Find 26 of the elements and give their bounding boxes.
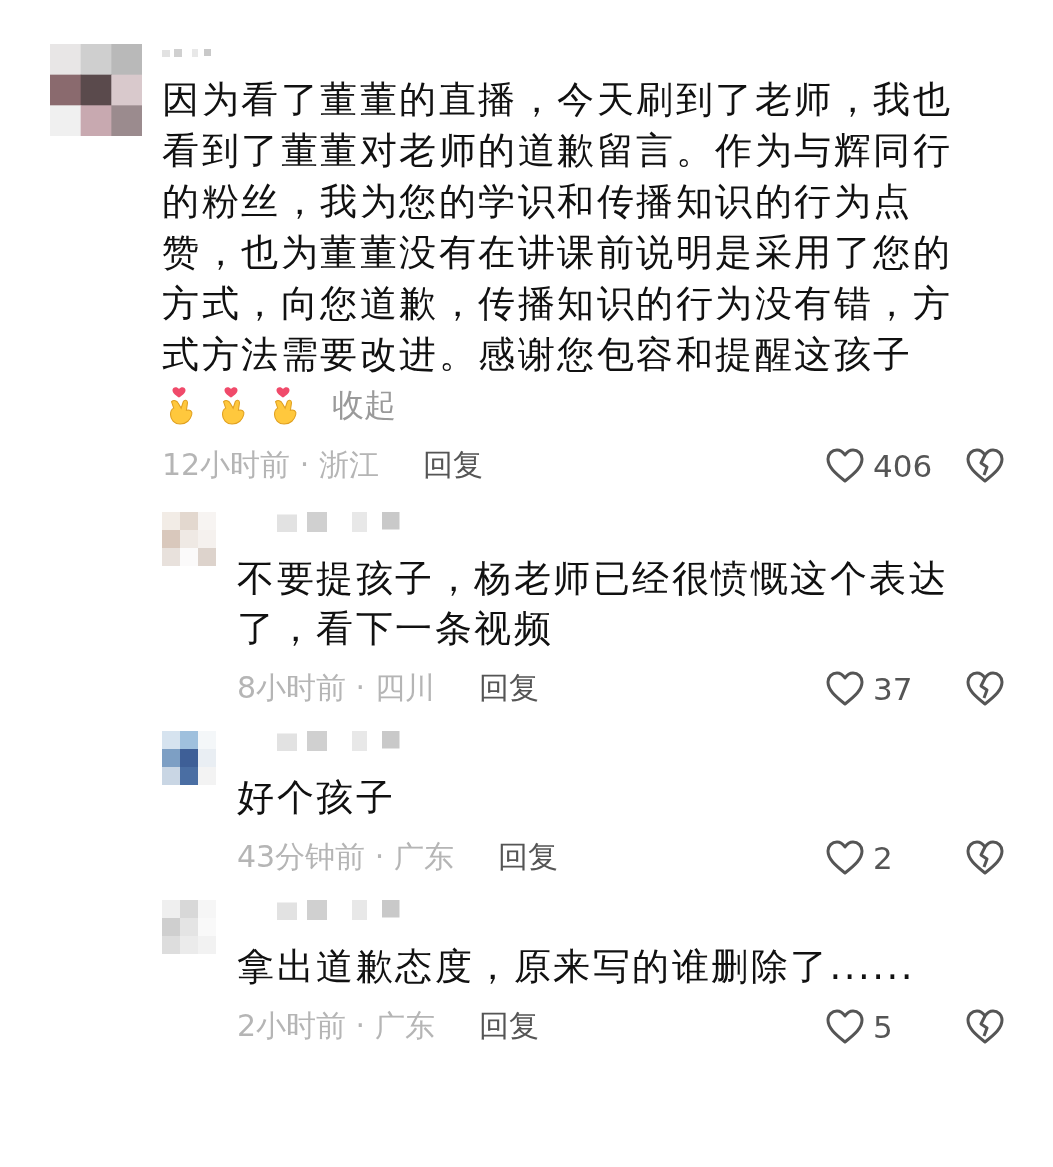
broken-heart-icon[interactable]	[965, 670, 1005, 707]
like-count: 37	[873, 670, 914, 707]
broken-heart-icon[interactable]	[965, 839, 1005, 876]
avatar-icon[interactable]	[162, 731, 216, 785]
reply-link[interactable]: 回复	[497, 837, 558, 878]
comment-time-location: 2小时前 · 广东	[237, 1007, 435, 1045]
heart-icon[interactable]	[825, 447, 865, 484]
broken-heart-icon[interactable]	[965, 1008, 1005, 1045]
broken-heart-icon[interactable]	[965, 447, 1005, 484]
reply-link[interactable]: 回复	[478, 1006, 539, 1047]
heart-icon[interactable]	[825, 670, 865, 707]
comment-time-location: 12小时前 · 浙江	[162, 446, 379, 484]
heart-icon[interactable]	[825, 839, 865, 876]
comment-text: 不要提孩子，杨老师已经很愤慨这个表达了，看下一条视频	[237, 556, 949, 652]
comment-text: 因为看了董董的直播，今天刷到了老师，我也看到了董董对老师的道歉留言。作为与辉同行的粉丝，我为您的学识和传播知识的行为点赞，也为董董没有在讲课前说明是采用了您的方式，向您道歉，传播知识的行为没有错，方式方法需要改进。感谢您包容和提醒这孩子	[162, 77, 953, 378]
like-count: 406	[873, 447, 934, 484]
like-count: 5	[873, 1008, 894, 1045]
reply-link[interactable]: 回复	[422, 445, 483, 486]
comment-text: 好个孩子	[237, 775, 396, 821]
heart-icon[interactable]	[825, 1008, 865, 1045]
reply-link[interactable]: 回复	[478, 668, 539, 709]
comment-text: 拿出道歉态度，原来写的谁删除了......	[237, 944, 917, 990]
like-count: 2	[873, 839, 894, 876]
comment-time-location: 8小时前 · 四川	[237, 669, 435, 707]
comment-time-location: 43分钟前 · 广东	[237, 838, 454, 876]
avatar-icon[interactable]	[50, 44, 142, 136]
